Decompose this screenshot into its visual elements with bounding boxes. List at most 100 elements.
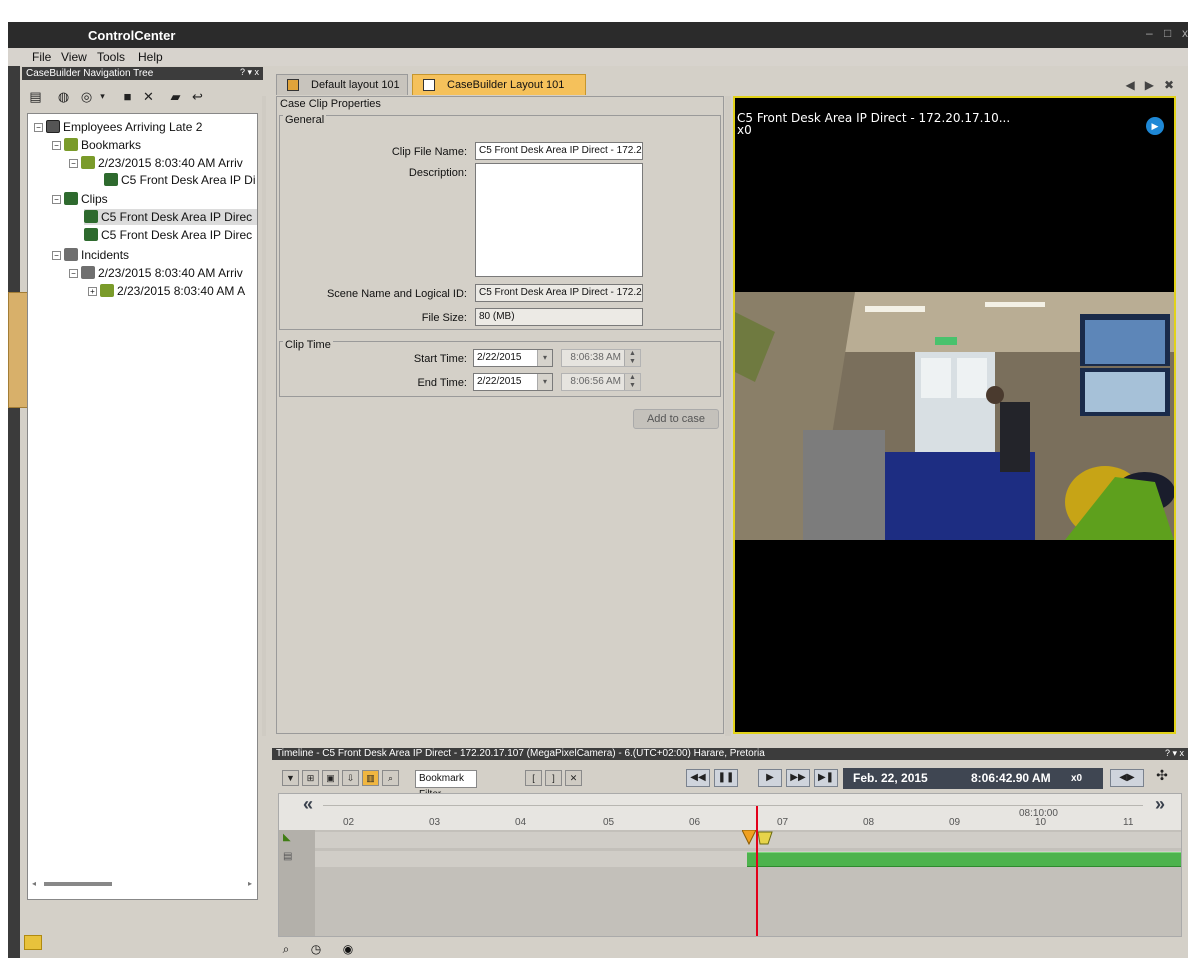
clear-marks-icon[interactable]: ✕ — [565, 770, 582, 786]
mark-out-icon[interactable]: ] — [545, 770, 562, 786]
export-icon[interactable]: ◎ — [78, 88, 95, 105]
bookmark-nav-icon[interactable]: ◀▶ — [1110, 769, 1144, 787]
menu-bar: File View Tools Help — [8, 48, 1188, 66]
menu-file[interactable]: File — [32, 50, 51, 64]
delete-icon[interactable]: ✕ — [140, 88, 157, 105]
end-date-field[interactable]: 2/22/2015 ▾ — [473, 373, 553, 391]
scene-name-label: Scene Name and Logical ID: — [326, 288, 467, 300]
timeline-track-area[interactable]: « » 08:10:00 02 03 04 05 06 07 08 09 10 … — [278, 793, 1182, 937]
tree-node-bookmark-item[interactable]: − 2/23/2015 8:03:40 AM Arriv — [69, 155, 243, 171]
collapse-icon[interactable]: − — [52, 251, 61, 260]
window-title: ControlCenter — [88, 28, 176, 43]
tree-node-incidents[interactable]: − Incidents — [52, 247, 129, 263]
minimize-button[interactable]: – — [1146, 26, 1153, 40]
tree-node-clips[interactable]: − Clips — [52, 191, 108, 207]
description-label: Description: — [408, 167, 467, 179]
tab-next-icon[interactable]: ▶ — [1145, 78, 1154, 92]
case-tree: − Employees Arriving Late 2 − Bookmarks −2… — [27, 113, 258, 900]
tab-prev-icon[interactable]: ◀ — [1125, 78, 1134, 92]
scroll-thumb[interactable] — [44, 882, 112, 886]
tree-node-clip-item[interactable]: C5 Front Desk Area IP Direc — [84, 227, 252, 243]
zoom-fit-icon[interactable]: ⊞ — [302, 770, 319, 786]
pause-icon[interactable]: ❚❚ — [714, 769, 738, 787]
lock-icon[interactable]: ▣ — [322, 770, 339, 786]
left-dock-strip — [8, 66, 44, 958]
stop-icon[interactable]: ■ — [119, 88, 136, 105]
rewind-icon[interactable]: ◀◀ — [686, 769, 710, 787]
timeline-scroll-right-icon[interactable]: » — [1155, 794, 1165, 815]
menu-help[interactable]: Help — [138, 50, 163, 64]
clock-icon[interactable]: ◷ — [306, 941, 326, 957]
menu-view[interactable]: View — [61, 50, 87, 64]
recording-segment[interactable] — [747, 852, 1181, 867]
collapse-icon[interactable]: − — [69, 159, 78, 168]
end-time-field[interactable]: 8:06:56 AM ▲ ▼ — [561, 373, 641, 391]
dropdown-chevron-icon[interactable]: ▾ — [94, 88, 111, 105]
fast-forward-icon[interactable]: ▶▶ — [786, 769, 810, 787]
play-forward-icon[interactable]: ▶ — [758, 769, 782, 787]
time-spinner-icon[interactable]: ▲ ▼ — [624, 350, 640, 366]
description-field[interactable] — [475, 163, 643, 277]
bookmark-icon — [100, 284, 114, 297]
tree-horizontal-scrollbar[interactable]: ◂ ▸ — [32, 879, 252, 889]
menu-tools[interactable]: Tools — [97, 50, 125, 64]
playhead-cursor[interactable] — [756, 806, 758, 936]
collapse-icon[interactable]: − — [52, 195, 61, 204]
chevron-down-icon[interactable]: ▾ — [537, 350, 552, 366]
save-icon[interactable]: ▰ — [167, 88, 184, 105]
bookmark-filter-input[interactable]: Bookmark Filter — [415, 770, 477, 800]
bar-chart-icon[interactable]: ▥ — [362, 770, 379, 786]
sync-icon[interactable]: ✣ — [1152, 768, 1172, 788]
start-time-field[interactable]: 8:06:38 AM ▲ ▼ — [561, 349, 641, 367]
maximize-button[interactable]: □ — [1164, 26, 1171, 40]
start-date-field[interactable]: 2/22/2015 ▾ — [473, 349, 553, 367]
tree-node-clip-item[interactable]: C5 Front Desk Area IP Direc — [84, 209, 257, 225]
new-case-icon[interactable]: ▤ — [27, 88, 44, 105]
scene-name-field[interactable]: C5 Front Desk Area IP Direct - 172.20.17… — [475, 284, 643, 302]
expand-icon[interactable]: + — [88, 287, 97, 296]
collapse-icon[interactable]: − — [52, 141, 61, 150]
add-to-case-button[interactable]: Add to case — [633, 409, 719, 429]
chevron-down-icon[interactable]: ▾ — [537, 374, 552, 390]
incident-icon — [81, 266, 95, 279]
open-case-icon[interactable]: ◍ — [55, 88, 72, 105]
filter-icon[interactable]: ▼ — [282, 770, 299, 786]
scroll-right-icon[interactable]: ▸ — [248, 879, 252, 888]
search-icon[interactable]: ⌕ — [382, 770, 399, 786]
tree-node-bookmarks[interactable]: − Bookmarks — [52, 137, 141, 153]
collapse-icon[interactable]: − — [34, 123, 43, 132]
tree-node-bookmark-clip[interactable]: C5 Front Desk Area IP Di — [104, 172, 256, 188]
collapse-icon[interactable]: − — [69, 269, 78, 278]
tab-default-layout[interactable]: Default layout 101 — [276, 74, 408, 95]
timeline-header-controls[interactable]: ? ▾ x — [1165, 748, 1184, 759]
left-splitter[interactable] — [262, 96, 266, 736]
tree-node-label: C5 Front Desk Area IP Di — [121, 173, 256, 187]
video-caption: C5 Front Desk Area IP Direct - 172.20.17… — [737, 112, 1010, 136]
casebuilder-tab-icon[interactable] — [24, 935, 42, 950]
tree-node-incident-bookmark[interactable]: +2/23/2015 8:03:40 AM A — [88, 283, 245, 299]
tree-node-case[interactable]: − Employees Arriving Late 2 — [34, 119, 202, 135]
clip-marker-icon[interactable] — [742, 830, 776, 848]
search-icon[interactable]: ⌕ — [276, 941, 296, 957]
tree-node-label: Employees Arriving Late 2 — [63, 120, 203, 134]
file-size-field[interactable]: 80 (MB) — [475, 308, 643, 326]
undo-icon[interactable]: ↩ — [189, 88, 206, 105]
clip-file-name-field[interactable]: C5 Front Desk Area IP Direct - 172.20.17… — [475, 142, 643, 160]
step-forward-icon[interactable]: ▶❚ — [814, 769, 838, 787]
video-tile[interactable]: C5 Front Desk Area IP Direct - 172.20.17… — [733, 96, 1176, 734]
timeline-tick: 09 — [949, 817, 961, 828]
mark-in-icon[interactable]: [ — [525, 770, 542, 786]
play-icon[interactable]: ▶ — [1146, 117, 1164, 135]
export-clip-icon[interactable]: ⇩ — [342, 770, 359, 786]
event-icon[interactable]: ◉ — [338, 941, 358, 957]
tree-node-incident-item[interactable]: − 2/23/2015 8:03:40 AM Arriv — [69, 265, 243, 281]
timeline-scroll-left-icon[interactable]: « — [303, 794, 313, 815]
timeline-datetime-display: Feb. 22, 2015 8:06:42.90 AM x0 — [843, 768, 1103, 789]
tab-casebuilder-layout[interactable]: CaseBuilder Layout 101 — [412, 74, 586, 95]
close-button[interactable]: x — [1182, 26, 1188, 40]
center-splitter[interactable] — [725, 96, 731, 736]
scroll-left-icon[interactable]: ◂ — [32, 879, 36, 888]
nav-panel-controls[interactable]: ? ▾ x — [240, 67, 259, 78]
tab-close-icon[interactable]: ✖ — [1164, 78, 1174, 92]
time-spinner-icon[interactable]: ▲ ▼ — [624, 374, 640, 390]
